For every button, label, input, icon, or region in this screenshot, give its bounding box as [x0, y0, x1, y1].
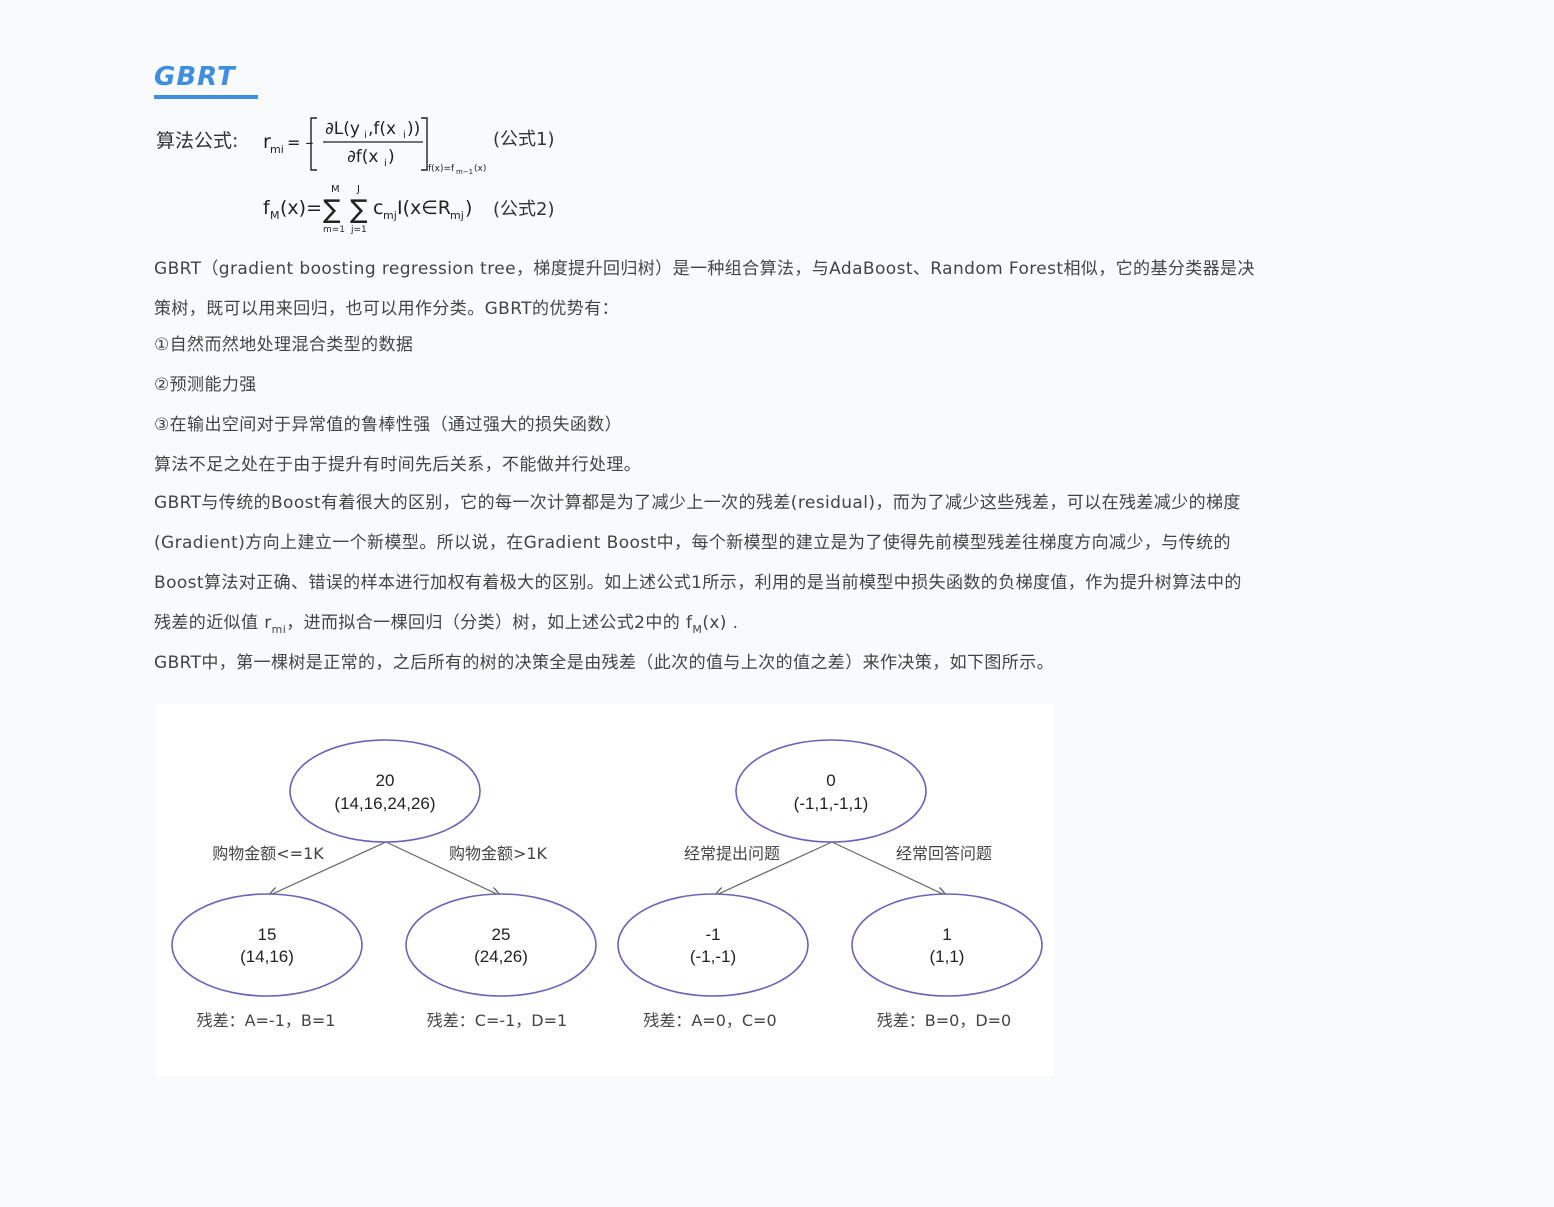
formula-1: r mi = – ∂L(y i ,f(x i )) ∂f(x i ) f(x)=… — [263, 117, 486, 176]
tree2-root-set: (-1,1,-1,1) — [794, 794, 869, 813]
tree-2: 0 (-1,1,-1,1) 经常提出问题 经常回答问题 -1 (-1,-1) 1… — [617, 739, 1043, 1030]
intro-line-2: 策树，既可以用来回归，也可以用作分类。GBRT的优势有： — [154, 299, 619, 319]
tree1-root-set: (14,16,24,26) — [334, 794, 435, 813]
tree1-right-set: (24,26) — [474, 947, 528, 966]
tree1-root-value: 20 — [376, 771, 395, 790]
svg-text:m−1: m−1 — [456, 168, 473, 176]
tree2-root-node — [735, 739, 927, 843]
svg-text:f(x)=f: f(x)=f — [428, 164, 455, 174]
tree2-right-set: (1,1) — [930, 947, 965, 966]
tree2-left-edge-label: 经常提出问题 — [684, 844, 780, 863]
svg-text:∑: ∑ — [350, 195, 368, 225]
residual-symbol: rmi — [264, 613, 287, 636]
svg-text:j=1: j=1 — [350, 225, 367, 235]
tree1-right-node — [405, 893, 597, 997]
svg-text:M: M — [331, 184, 340, 195]
svg-text:mj: mj — [450, 209, 464, 222]
tree1-right-residual: 残差：C=-1，D=1 — [427, 1011, 567, 1030]
svg-text:(x)=: (x)= — [280, 197, 322, 219]
tree2-left-value: -1 — [705, 925, 720, 944]
tree-diagram-svg: 20 (14,16,24,26) 购物金额<=1K 购物金额>1K 15 (14… — [171, 739, 1043, 1030]
tree2-root-value: 0 — [826, 771, 835, 790]
svg-text:(x): (x) — [474, 164, 486, 174]
tree1-right-value: 25 — [492, 925, 511, 944]
tree1-right-edge-label: 购物金额>1K — [449, 844, 548, 863]
boost-line-4: 残差的近似值 rmi，进而拟合一棵回归（分类）树，如上述公式2中的 fM(x) … — [154, 608, 1374, 636]
svg-text:): ) — [465, 197, 472, 219]
svg-text:∑: ∑ — [323, 195, 341, 225]
tree1-left-node — [171, 893, 363, 997]
tree1-left-edge-label: 购物金额<=1K — [212, 844, 324, 863]
svg-text:J: J — [356, 184, 360, 195]
boost-line-1: GBRT与传统的Boost有着很大的区别，它的每一次计算都是为了减少上一次的残差… — [154, 493, 1241, 513]
svg-text:M: M — [270, 209, 280, 222]
title-underline — [154, 95, 258, 99]
advantage-3: ③在输出空间对于异常值的鲁棒性强（通过强大的损失函数） — [154, 415, 623, 435]
tree1-left-residual: 残差：A=-1，B=1 — [197, 1011, 336, 1030]
formula-block: r mi = – ∂L(y i ,f(x i )) ∂f(x i ) f(x)=… — [263, 117, 555, 235]
tree2-right-edge-label: 经常回答问题 — [896, 844, 992, 863]
section-title: GBRT — [154, 62, 236, 92]
intro-line-1: GBRT（gradient boosting regression tree，梯… — [154, 259, 1255, 279]
formula-2-tag: (公式2) — [493, 199, 555, 220]
boost-line-4-b: ，进而拟合一棵回归（分类）树，如上述公式2中的 — [286, 613, 687, 633]
tree1-left-value: 15 — [258, 925, 277, 944]
svg-text:i: i — [364, 130, 367, 141]
tree-1: 20 (14,16,24,26) 购物金额<=1K 购物金额>1K 15 (14… — [171, 739, 597, 1030]
svg-text:): ) — [388, 147, 395, 167]
svg-text:i: i — [384, 158, 387, 169]
formula-2: f M (x)= M ∑ m=1 J ∑ j=1 c mj I(x∈R mj ) — [263, 184, 472, 235]
boost-line-4-a: 残差的近似值 — [154, 613, 265, 633]
svg-text:I(x∈R: I(x∈R — [397, 197, 451, 219]
tree1-left-set: (14,16) — [240, 947, 294, 966]
tree2-right-residual: 残差：B=0，D=0 — [877, 1011, 1011, 1030]
advantage-1: ①自然而然地处理混合类型的数据 — [154, 335, 414, 355]
svg-text:m=1: m=1 — [323, 225, 345, 235]
boost-line-3: Boost算法对正确、错误的样本进行加权有着极大的区别。如上述公式1所示，利用的… — [154, 573, 1242, 593]
boost-line-2: (Gradient)方向上建立一个新模型。所以说，在Gradient Boost… — [154, 533, 1231, 553]
tree2-right-value: 1 — [942, 925, 951, 944]
svg-text:)): )) — [407, 119, 420, 139]
weakness-line: 算法不足之处在于由于提升有时间先后关系，不能做并行处理。 — [154, 455, 642, 475]
tree-description: GBRT中，第一棵树是正常的，之后所有的树的决策全是由残差（此次的值与上次的值之… — [154, 653, 1054, 673]
advantage-2: ②预测能力强 — [154, 375, 257, 395]
svg-text:c: c — [373, 197, 383, 219]
tree2-left-node — [617, 893, 809, 997]
svg-text:∂f(x: ∂f(x — [347, 147, 378, 167]
svg-text:mi: mi — [270, 143, 284, 156]
svg-text:i: i — [403, 130, 406, 141]
model-symbol: fM(x) — [686, 613, 727, 636]
article: GBRT 算法公式: r mi = – ∂L(y i ,f(x i )) ∂f(… — [0, 0, 1554, 1207]
svg-text:mj: mj — [383, 209, 397, 222]
tree1-root-node — [289, 739, 481, 843]
tree2-left-set: (-1,-1) — [690, 947, 736, 966]
svg-text:,f(x: ,f(x — [368, 119, 396, 139]
formula-1-tag: (公式1) — [493, 129, 555, 150]
gbrt-tree-diagram: 20 (14,16,24,26) 购物金额<=1K 购物金额>1K 15 (14… — [156, 704, 1054, 1076]
formula-label: 算法公式: — [156, 130, 239, 152]
tree2-right-node — [851, 893, 1043, 997]
svg-text:∂L(y: ∂L(y — [325, 119, 360, 139]
svg-text:= –: = – — [287, 133, 314, 152]
tree2-left-residual: 残差：A=0，C=0 — [643, 1011, 776, 1030]
boost-line-4-c: . — [726, 613, 739, 633]
